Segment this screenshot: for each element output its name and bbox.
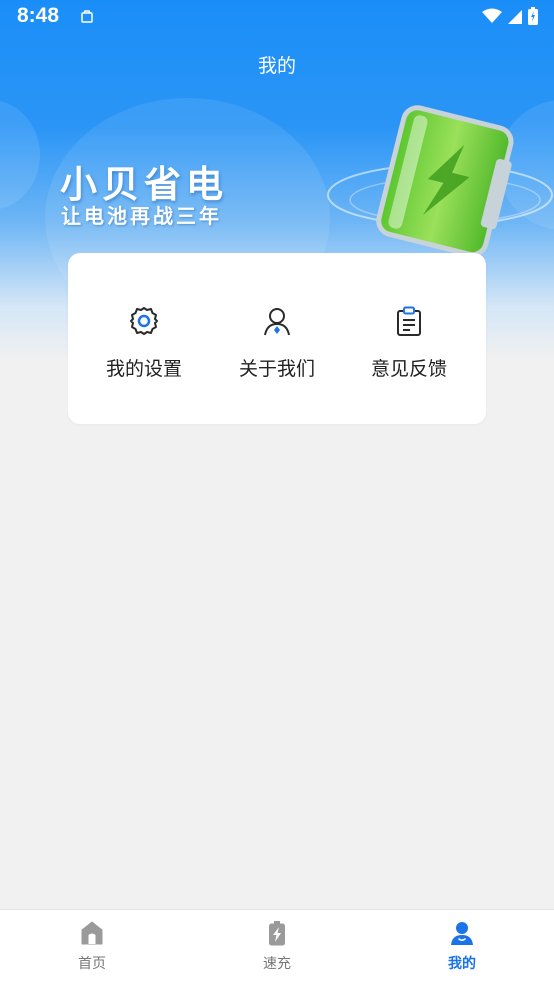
nav-label: 首页 bbox=[78, 956, 106, 972]
signal-icon bbox=[508, 9, 522, 28]
menu-item-label: 意见反馈 bbox=[370, 358, 447, 380]
status-bar: 8:48 bbox=[0, 0, 554, 34]
person-icon bbox=[449, 920, 475, 946]
banner-subtitle: 让电池再战三年 bbox=[61, 204, 222, 228]
menu-item-label: 我的设置 bbox=[105, 358, 182, 380]
battery-charge-icon bbox=[264, 920, 290, 946]
nav-home[interactable]: 首页 bbox=[17, 910, 167, 985]
menu-card: 我的设置 关于我们 意见反馈 bbox=[68, 253, 486, 424]
clipboard-icon bbox=[393, 305, 425, 337]
wifi-icon bbox=[482, 8, 502, 28]
menu-item-about[interactable]: 关于我们 bbox=[212, 253, 342, 424]
nav-fast-charge[interactable]: 速充 bbox=[202, 910, 352, 985]
nav-label: 我的 bbox=[448, 956, 476, 972]
nav-mine[interactable]: 我的 bbox=[387, 910, 537, 985]
battery-illustration bbox=[327, 105, 553, 255]
menu-item-label: 关于我们 bbox=[238, 358, 315, 380]
bottom-nav: 首页 速充 我的 bbox=[0, 909, 554, 985]
clipboard-notification-icon bbox=[80, 9, 94, 28]
menu-item-settings[interactable]: 我的设置 bbox=[79, 253, 209, 424]
page-title: 我的 bbox=[257, 55, 296, 77]
menu-item-feedback[interactable]: 意见反馈 bbox=[344, 253, 474, 424]
nav-label: 速充 bbox=[263, 956, 291, 972]
home-icon bbox=[79, 920, 105, 946]
status-time: 8:48 bbox=[17, 4, 60, 27]
user-icon bbox=[261, 305, 293, 337]
battery-status-icon bbox=[528, 7, 538, 29]
gear-icon bbox=[128, 305, 160, 337]
